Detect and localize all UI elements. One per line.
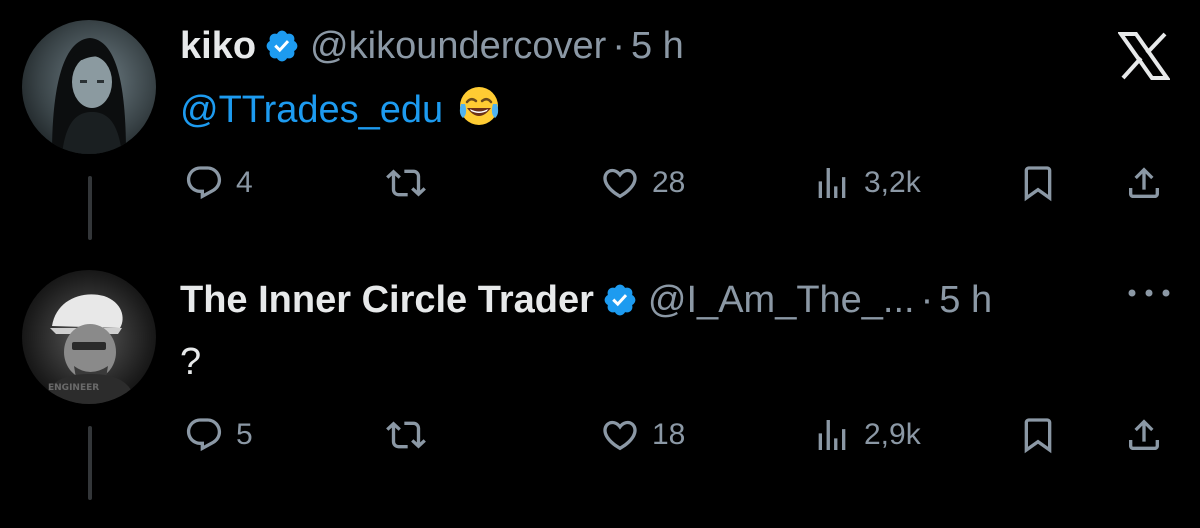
reply-button[interactable]: 4 — [184, 158, 253, 208]
reply-icon — [186, 418, 222, 452]
timestamp[interactable]: 5 h — [939, 278, 992, 322]
like-button[interactable]: 18 — [600, 410, 685, 460]
face-with-tears-of-joy-icon — [457, 84, 501, 138]
views-button[interactable]: 3,2k — [812, 158, 921, 208]
bookmark-icon — [1024, 166, 1052, 202]
reply-icon — [186, 166, 222, 200]
avatar-caption: ENGINEER — [48, 383, 99, 393]
like-button[interactable]: 28 — [600, 158, 685, 208]
reply-button[interactable]: 5 — [184, 410, 253, 460]
tweet-kiko[interactable]: kiko @kikoundercover · 5 h @TTrades_edu … — [0, 0, 1200, 240]
tweet-actions: 4 28 3,2k — [0, 158, 1200, 208]
share-button[interactable] — [1124, 410, 1164, 460]
view-count: 2,9k — [864, 418, 921, 451]
repost-icon — [386, 421, 426, 449]
user-handle[interactable]: @I_Am_The_... — [648, 278, 915, 322]
tweet-text: @TTrades_edu — [180, 84, 501, 138]
heart-icon — [603, 420, 637, 451]
separator: · — [920, 279, 934, 321]
view-count: 3,2k — [864, 166, 921, 199]
timestamp[interactable]: 5 h — [631, 24, 684, 68]
avatar[interactable] — [22, 20, 156, 154]
tweet-inner-circle-trader[interactable]: ENGINEER The Inner Circle Trader @I_Am_T… — [0, 240, 1200, 528]
analytics-icon — [818, 168, 846, 198]
tweet-header: The Inner Circle Trader @I_Am_The_... · … — [180, 278, 992, 322]
separator: · — [612, 25, 625, 67]
bookmark-button[interactable] — [1018, 410, 1058, 460]
share-icon — [1129, 419, 1159, 450]
mention-link[interactable]: @TTrades_edu — [180, 89, 443, 131]
display-name[interactable]: The Inner Circle Trader — [180, 278, 594, 322]
tweet-body: ? — [180, 341, 202, 383]
user-handle[interactable]: @kikoundercover — [310, 24, 606, 68]
verified-badge-icon[interactable] — [264, 28, 300, 64]
views-button[interactable]: 2,9k — [812, 410, 921, 460]
display-name[interactable]: kiko — [180, 24, 256, 68]
reply-count: 4 — [236, 166, 253, 199]
share-button[interactable] — [1124, 158, 1164, 208]
more-options-icon[interactable] — [1126, 283, 1172, 303]
tweet-header: kiko @kikoundercover · 5 h — [180, 24, 684, 68]
share-icon — [1129, 167, 1159, 198]
like-count: 18 — [652, 418, 686, 451]
analytics-icon — [818, 420, 846, 450]
repost-icon — [386, 169, 426, 197]
tweet-text: ? — [180, 340, 201, 384]
like-count: 28 — [652, 166, 686, 199]
repost-button[interactable] — [386, 410, 438, 460]
bookmark-icon — [1024, 418, 1052, 454]
repost-button[interactable] — [386, 158, 438, 208]
tweet-actions: 5 18 2,9k — [0, 410, 1200, 460]
heart-icon — [603, 168, 637, 199]
verified-badge-icon[interactable] — [602, 282, 638, 318]
bookmark-button[interactable] — [1018, 158, 1058, 208]
reply-count: 5 — [236, 418, 253, 451]
avatar[interactable]: ENGINEER — [22, 270, 156, 404]
